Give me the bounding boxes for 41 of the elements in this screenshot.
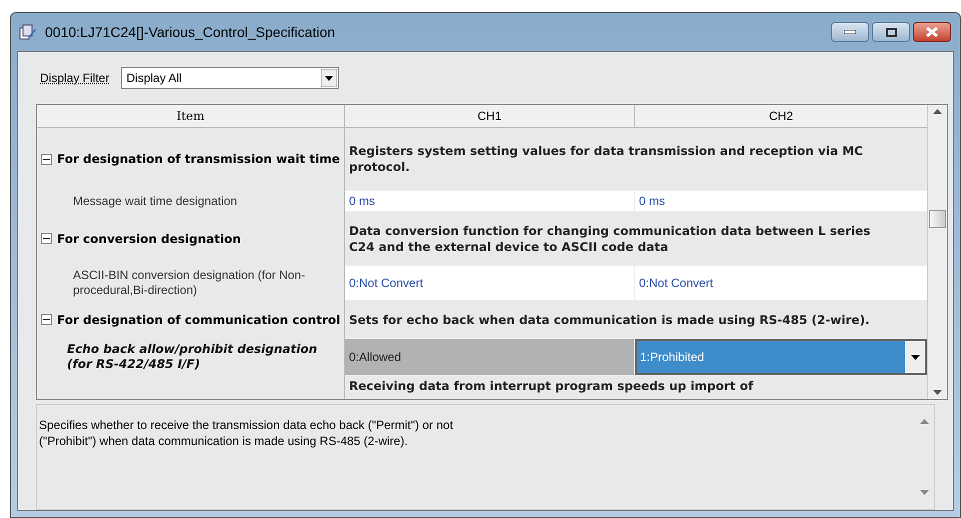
group-label[interactable]: For conversion designation (57, 230, 241, 246)
value-cell[interactable]: 0 ms (345, 190, 635, 212)
group-description: Data conversion function for changing communication data between L series C24 and the external device to ASCII code data (349, 222, 872, 254)
maximize-icon (886, 28, 896, 36)
description-text: Specifies whether to receive the transmission data echo back ("Permit") or not ("Prohibit") when data communication is made using RS-485 (2-wire). (38, 417, 454, 450)
value-cell[interactable]: 0:Allowed (345, 338, 635, 376)
collapse-toggle-icon[interactable] (41, 233, 52, 244)
close-button[interactable] (913, 22, 951, 42)
column-header: Item (37, 105, 345, 127)
group-label[interactable]: For designation of communication control (57, 312, 340, 328)
group-description: Registers system setting values for data transmission and reception via MC protocol. (349, 143, 864, 175)
setting-label[interactable]: ASCII-BIN conversion designation (for Non-procedural,Bi-direction) (69, 268, 344, 298)
display-filter-label: Display Filter (40, 70, 110, 87)
document-pencil-icon (19, 24, 37, 40)
value-cell[interactable]: 0:Not Convert (635, 265, 927, 301)
dropdown-arrow-icon (321, 69, 338, 87)
collapse-toggle-icon[interactable] (41, 314, 52, 325)
value-cell[interactable]: 0:Not Convert (345, 265, 635, 301)
setting-label[interactable]: Echo back allow/prohibit designation (for RS-422/485 I/F) (67, 342, 344, 372)
scrollbar-thumb[interactable] (929, 210, 946, 228)
maximize-button[interactable] (872, 22, 910, 42)
group-description: Receiving data from interrupt program speeds up import of (349, 378, 754, 394)
window-title: 0010:LJ71C24[]-Various_Control_Specification (45, 22, 336, 42)
column-header: CH2 (635, 105, 927, 127)
close-icon (926, 27, 938, 37)
scroll-down-arrow-icon[interactable] (920, 490, 928, 495)
scroll-up-arrow-icon[interactable] (920, 419, 928, 424)
group-label[interactable]: For designation of transmission wait time (57, 151, 340, 167)
scroll-up-arrow-icon[interactable] (933, 109, 942, 114)
value-dropdown[interactable]: 1:Prohibited (635, 339, 927, 375)
group-description: Sets for echo back when data communication is made using RS-485 (2-wire). (349, 312, 870, 328)
scroll-down-arrow-icon[interactable] (933, 390, 942, 395)
scrollbar[interactable] (927, 105, 947, 399)
value-cell[interactable]: 0 ms (635, 190, 927, 212)
display-filter-dropdown[interactable]: Display All (121, 67, 340, 89)
setting-label[interactable]: Message wait time designation (69, 194, 238, 208)
minimize-icon (844, 30, 856, 34)
minimize-button[interactable] (831, 22, 869, 42)
column-header: CH1 (345, 105, 635, 127)
collapse-toggle-icon[interactable] (41, 154, 52, 164)
dropdown-arrow-icon (910, 354, 920, 360)
